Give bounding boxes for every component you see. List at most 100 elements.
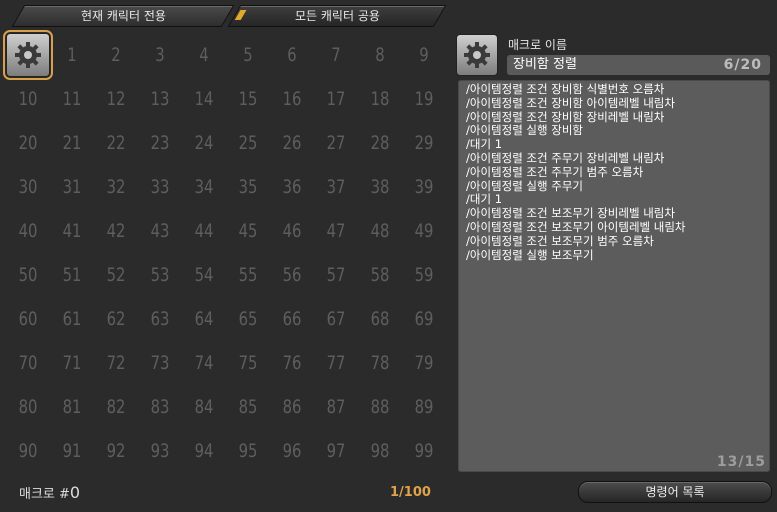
macro-slot-70[interactable]: 70 (11, 341, 45, 385)
macro-slot-49[interactable]: 49 (407, 209, 441, 253)
macro-slot-98[interactable]: 98 (363, 429, 397, 473)
macro-slot-17[interactable]: 17 (319, 77, 353, 121)
macro-slot-38[interactable]: 38 (363, 165, 397, 209)
macro-slot-44[interactable]: 44 (187, 209, 221, 253)
macro-slot-65[interactable]: 65 (231, 297, 265, 341)
macro-slot-6[interactable]: 6 (275, 33, 309, 77)
macro-slot-9[interactable]: 9 (407, 33, 441, 77)
macro-slot-79[interactable]: 79 (407, 341, 441, 385)
macro-slot-69[interactable]: 69 (407, 297, 441, 341)
macro-slot-14[interactable]: 14 (187, 77, 221, 121)
macro-slot-73[interactable]: 73 (143, 341, 177, 385)
macro-slot-58[interactable]: 58 (363, 253, 397, 297)
macro-slot-95[interactable]: 95 (231, 429, 265, 473)
macro-slot-24[interactable]: 24 (187, 121, 221, 165)
macro-slot-60[interactable]: 60 (11, 297, 45, 341)
tab-current-character[interactable]: 현재 캐릭터 전용 (11, 5, 235, 27)
macro-slot-37[interactable]: 37 (319, 165, 353, 209)
macro-slot-83[interactable]: 83 (143, 385, 177, 429)
macro-slot-66[interactable]: 66 (275, 297, 309, 341)
macro-slot-76[interactable]: 76 (275, 341, 309, 385)
macro-slot-10[interactable]: 10 (11, 77, 45, 121)
macro-slot-94[interactable]: 94 (187, 429, 221, 473)
macro-slot-29[interactable]: 29 (407, 121, 441, 165)
macro-slot-12[interactable]: 12 (99, 77, 133, 121)
macro-slot-3[interactable]: 3 (143, 33, 177, 77)
macro-slot-91[interactable]: 91 (55, 429, 89, 473)
macro-slot-30[interactable]: 30 (11, 165, 45, 209)
macro-slot-0[interactable] (3, 30, 53, 80)
macro-slot-5[interactable]: 5 (231, 33, 265, 77)
macro-slot-89[interactable]: 89 (407, 385, 441, 429)
macro-slot-45[interactable]: 45 (231, 209, 265, 253)
macro-slot-67[interactable]: 67 (319, 297, 353, 341)
command-list-button[interactable]: 명령어 목록 (578, 481, 772, 503)
macro-slot-34[interactable]: 34 (187, 165, 221, 209)
macro-slot-68[interactable]: 68 (363, 297, 397, 341)
macro-slot-82[interactable]: 82 (99, 385, 133, 429)
macro-slot-57[interactable]: 57 (319, 253, 353, 297)
macro-slot-51[interactable]: 51 (55, 253, 89, 297)
macro-name-input[interactable]: 장비함 정렬 6/20 (507, 55, 770, 75)
macro-slot-72[interactable]: 72 (99, 341, 133, 385)
macro-slot-22[interactable]: 22 (99, 121, 133, 165)
macro-slot-1[interactable]: 1 (55, 33, 89, 77)
macro-slot-25[interactable]: 25 (231, 121, 265, 165)
macro-slot-56[interactable]: 56 (275, 253, 309, 297)
macro-slot-77[interactable]: 77 (319, 341, 353, 385)
macro-slot-36[interactable]: 36 (275, 165, 309, 209)
macro-slot-90[interactable]: 90 (11, 429, 45, 473)
macro-slot-64[interactable]: 64 (187, 297, 221, 341)
macro-slot-13[interactable]: 13 (143, 77, 177, 121)
macro-slot-88[interactable]: 88 (363, 385, 397, 429)
macro-slot-16[interactable]: 16 (275, 77, 309, 121)
macro-slot-46[interactable]: 46 (275, 209, 309, 253)
macro-slot-42[interactable]: 42 (99, 209, 133, 253)
macro-slot-19[interactable]: 19 (407, 77, 441, 121)
macro-slot-48[interactable]: 48 (363, 209, 397, 253)
macro-slot-84[interactable]: 84 (187, 385, 221, 429)
macro-slot-28[interactable]: 28 (363, 121, 397, 165)
macro-slot-39[interactable]: 39 (407, 165, 441, 209)
macro-slot-81[interactable]: 81 (55, 385, 89, 429)
tab-all-characters[interactable]: 모든 캐릭터 공용 (227, 5, 447, 27)
macro-icon-button[interactable] (456, 34, 498, 76)
macro-slot-35[interactable]: 35 (231, 165, 265, 209)
macro-slot-32[interactable]: 32 (99, 165, 133, 209)
macro-slot-99[interactable]: 99 (407, 429, 441, 473)
macro-slot-59[interactable]: 59 (407, 253, 441, 297)
macro-slot-97[interactable]: 97 (319, 429, 353, 473)
macro-slot-20[interactable]: 20 (11, 121, 45, 165)
macro-slot-62[interactable]: 62 (99, 297, 133, 341)
macro-slot-4[interactable]: 4 (187, 33, 221, 77)
macro-slot-31[interactable]: 31 (55, 165, 89, 209)
macro-slot-63[interactable]: 63 (143, 297, 177, 341)
macro-slot-11[interactable]: 11 (55, 77, 89, 121)
macro-slot-80[interactable]: 80 (11, 385, 45, 429)
macro-slot-26[interactable]: 26 (275, 121, 309, 165)
macro-slot-96[interactable]: 96 (275, 429, 309, 473)
macro-slot-23[interactable]: 23 (143, 121, 177, 165)
macro-slot-86[interactable]: 86 (275, 385, 309, 429)
macro-slot-41[interactable]: 41 (55, 209, 89, 253)
macro-slot-78[interactable]: 78 (363, 341, 397, 385)
macro-slot-50[interactable]: 50 (11, 253, 45, 297)
macro-slot-93[interactable]: 93 (143, 429, 177, 473)
macro-text-editor[interactable]: /아이템정렬 조건 장비함 식별번호 오름차/아이템정렬 조건 장비함 아이템레… (458, 80, 770, 472)
macro-slot-75[interactable]: 75 (231, 341, 265, 385)
macro-slot-40[interactable]: 40 (11, 209, 45, 253)
macro-slot-27[interactable]: 27 (319, 121, 353, 165)
macro-slot-15[interactable]: 15 (231, 77, 265, 121)
macro-slot-85[interactable]: 85 (231, 385, 265, 429)
macro-slot-47[interactable]: 47 (319, 209, 353, 253)
macro-slot-54[interactable]: 54 (187, 253, 221, 297)
macro-slot-33[interactable]: 33 (143, 165, 177, 209)
macro-slot-61[interactable]: 61 (55, 297, 89, 341)
macro-slot-7[interactable]: 7 (319, 33, 353, 77)
macro-slot-74[interactable]: 74 (187, 341, 221, 385)
macro-slot-92[interactable]: 92 (99, 429, 133, 473)
macro-slot-71[interactable]: 71 (55, 341, 89, 385)
macro-slot-52[interactable]: 52 (99, 253, 133, 297)
macro-slot-43[interactable]: 43 (143, 209, 177, 253)
macro-slot-2[interactable]: 2 (99, 33, 133, 77)
